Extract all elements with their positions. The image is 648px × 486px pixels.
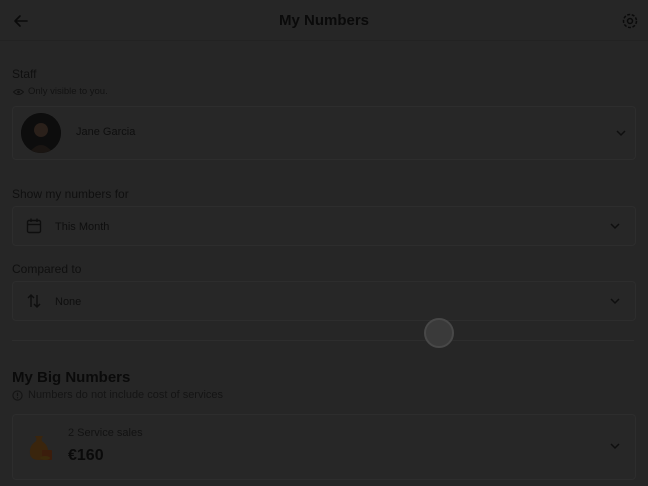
big-numbers-note-text: Numbers do not include cost of services [28,389,224,401]
period-select[interactable]: This Month [12,206,636,246]
loading-indicator [424,318,454,348]
staff-label: Staff [12,67,37,81]
staff-name: Jane Garcia [76,126,136,138]
stat-value: €160 [68,447,104,464]
avatar-image [21,113,61,153]
info-circle-icon [12,389,23,401]
stat-card-service-sales[interactable]: 2 Service sales €160 [12,414,636,480]
staff-select[interactable]: Jane Garcia [12,106,636,160]
page-title: My Numbers [278,12,370,29]
period-label: Show my numbers for [12,187,129,201]
compare-select[interactable]: None [12,281,636,321]
compare-label: Compared to [12,262,82,276]
chevron-down-icon [610,223,620,230]
swap-arrows-icon [27,294,41,308]
avatar [21,113,61,153]
top-bar: My Numbers [0,0,648,41]
divider [12,340,634,341]
chevron-down-icon [610,298,620,305]
gear-icon [622,13,638,29]
calendar-icon [26,218,42,234]
money-bag-icon [29,436,52,460]
visibility-note: Only visible to you. [13,86,108,97]
compare-value: None [55,296,82,308]
visibility-note-text: Only visible to you. [28,86,108,97]
settings-button[interactable] [620,11,640,31]
chevron-down-icon [610,443,620,450]
stat-subtitle: 2 Service sales [68,427,143,439]
big-numbers-title: My Big Numbers [12,369,131,386]
period-value: This Month [55,221,110,233]
eye-icon [13,88,24,95]
chevron-down-icon [616,130,626,137]
big-numbers-note: Numbers do not include cost of services [12,389,223,401]
